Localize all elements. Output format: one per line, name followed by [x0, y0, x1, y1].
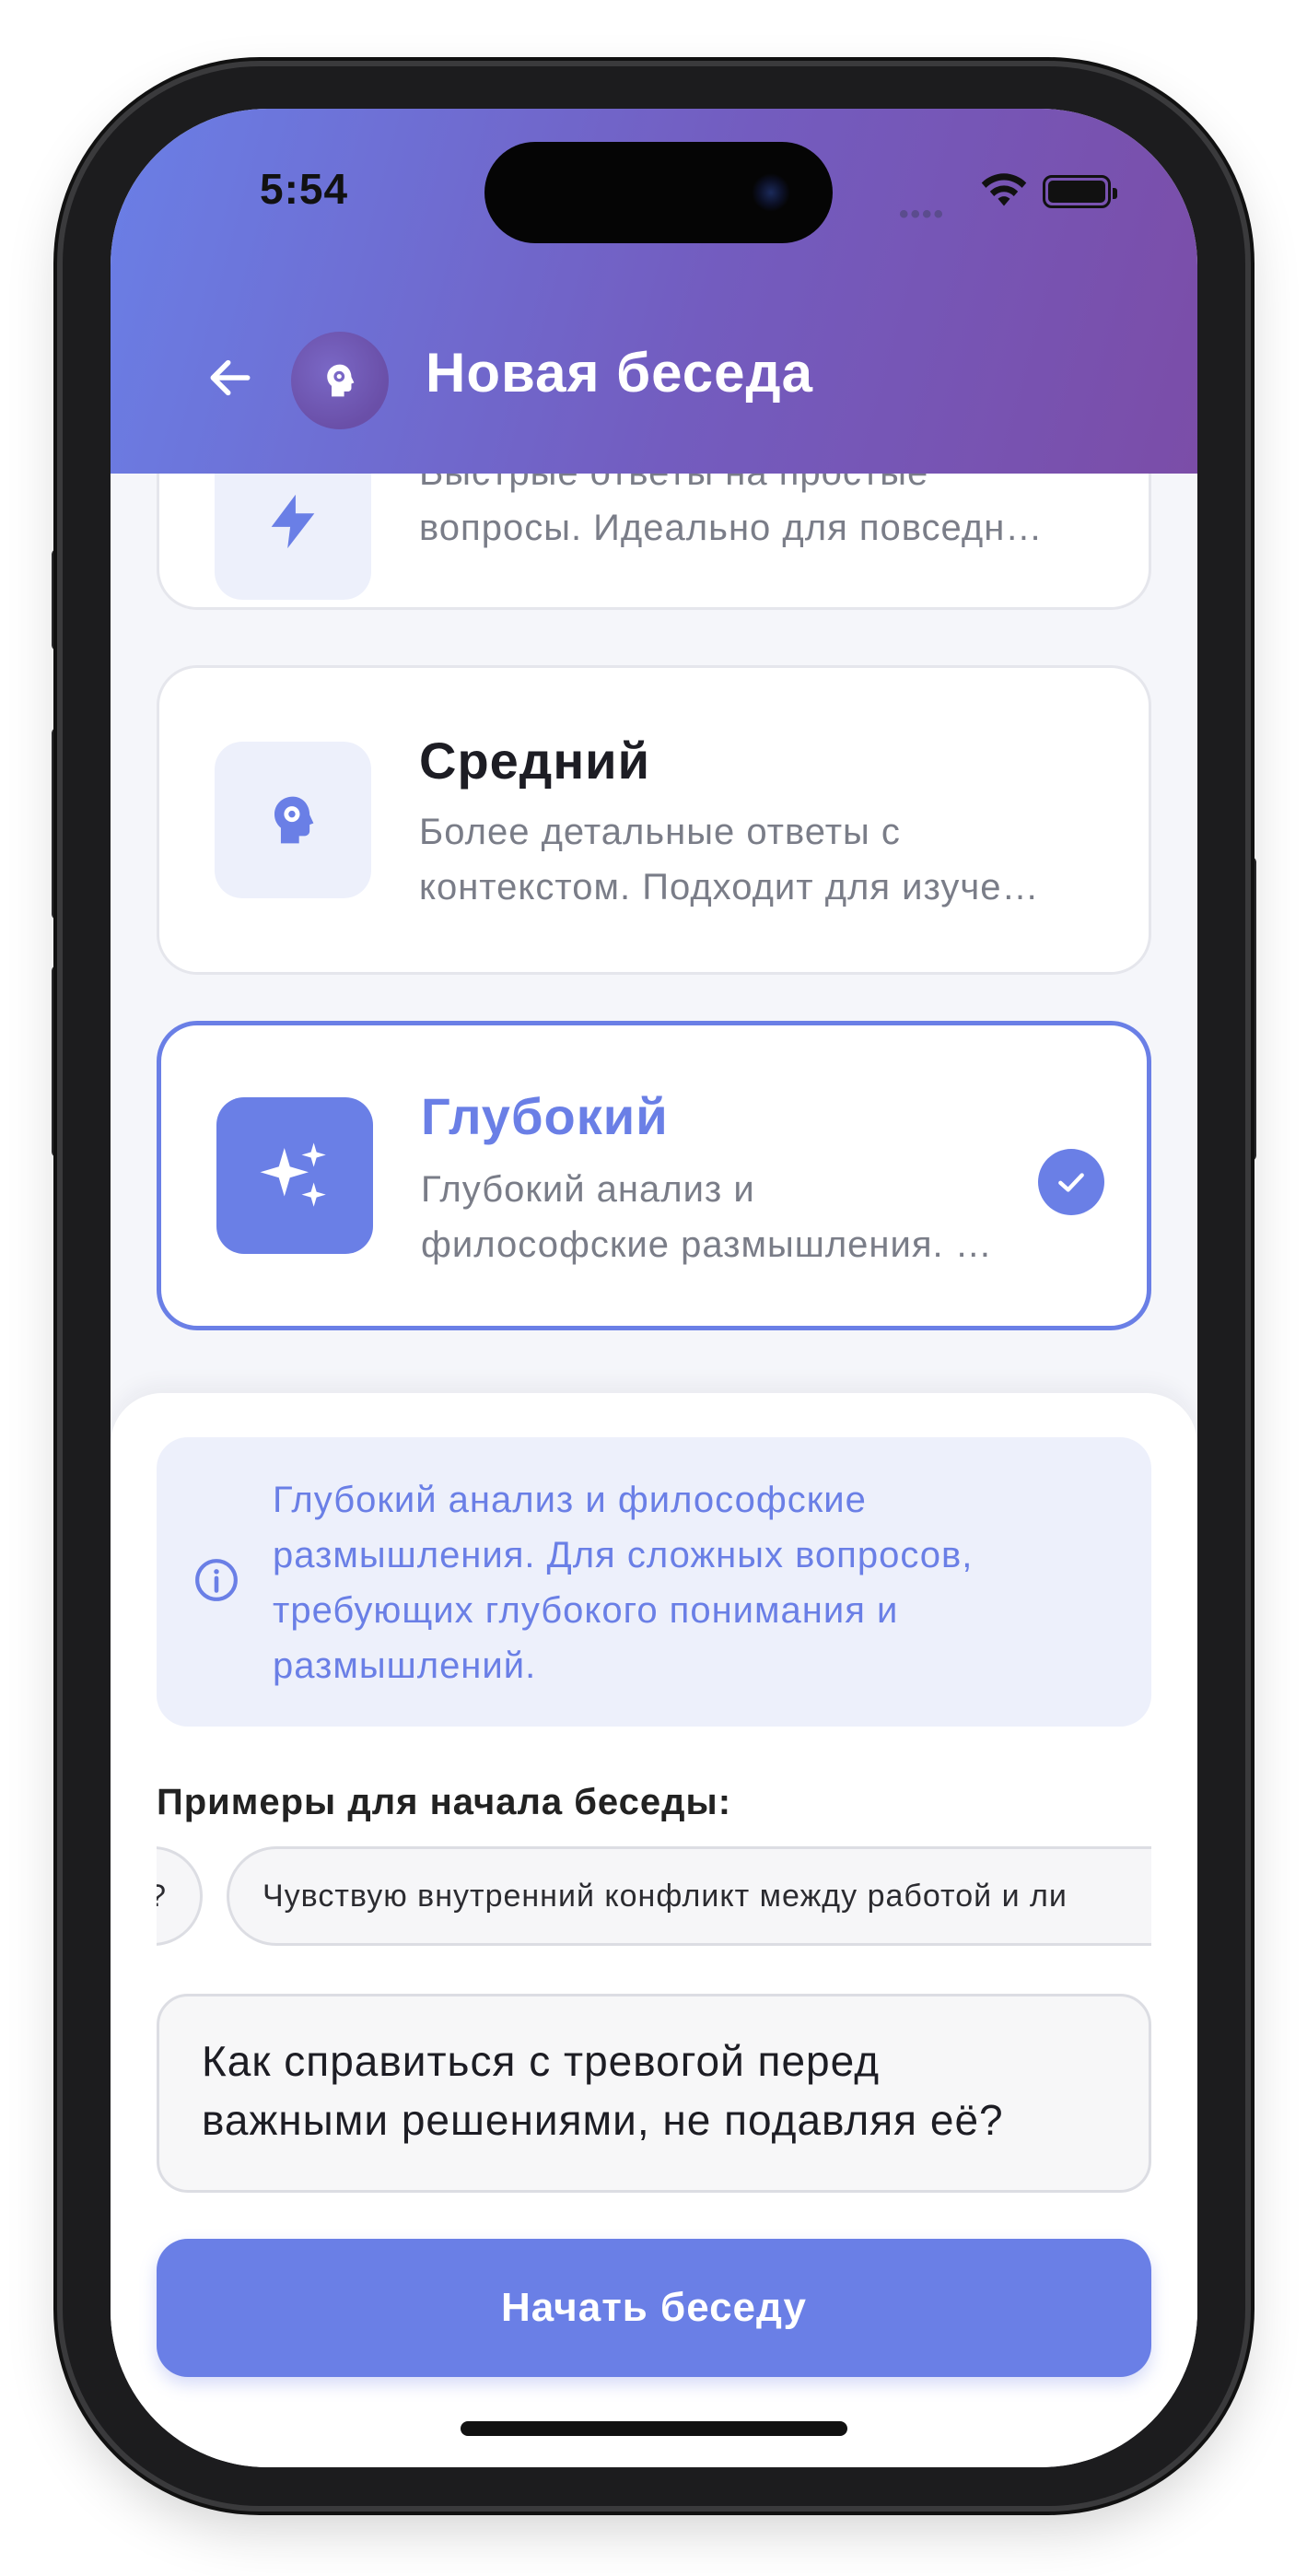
mode-description: Более детальные ответы с контекстом. Под…: [419, 812, 1040, 907]
mode-card-medium[interactable]: Средний Более детальные ответы с контекс…: [157, 665, 1151, 975]
arrow-left-icon: [210, 359, 251, 396]
home-indicator[interactable]: [461, 2421, 847, 2436]
screen: Быстрые ответы на простые вопросы. Идеал…: [111, 109, 1197, 2467]
message-input[interactable]: Как справиться с тревогой перед важными …: [157, 1994, 1151, 2193]
examples-chip-list[interactable]: ? Чувствую внутренний конфликт между раб…: [157, 1846, 1151, 1948]
head-gear-icon: [215, 742, 371, 898]
signal-icon: ••••: [899, 199, 946, 229]
page-title: Новая беседа: [426, 342, 813, 404]
dynamic-island: [484, 142, 833, 243]
camera-icon: [752, 173, 790, 212]
head-gear-icon: [291, 332, 389, 429]
mode-title: Глубокий: [421, 1087, 669, 1145]
status-time: 5:54: [260, 165, 349, 213]
battery-icon: [1043, 175, 1117, 208]
mode-title: Средний: [419, 732, 651, 790]
wifi-icon: [981, 173, 1027, 206]
example-chip[interactable]: Чувствую внутренний конфликт между работ…: [227, 1846, 1151, 1946]
power-button: [1243, 857, 1256, 1161]
input-text: Как справиться с тревогой перед важными …: [202, 2037, 1004, 2144]
examples-title: Примеры для начала беседы:: [157, 1782, 732, 1822]
sparkles-icon: [216, 1097, 373, 1254]
checkmark-icon: [1038, 1149, 1104, 1215]
back-button[interactable]: [197, 345, 263, 411]
mode-description: Глубокий анализ и философские размышлени…: [421, 1169, 993, 1265]
mode-card-deep[interactable]: Глубокий Глубокий анализ и философские р…: [157, 1021, 1151, 1330]
example-chip[interactable]: ?: [157, 1846, 203, 1946]
info-box: Глубокий анализ и философские размышлени…: [157, 1437, 1151, 1727]
start-conversation-button[interactable]: Начать беседу: [157, 2239, 1151, 2377]
info-icon: [195, 1559, 238, 1601]
bottom-sheet: Глубокий анализ и философские размышлени…: [111, 1393, 1197, 2467]
app-header: 5:54 •••• Новая беседа: [111, 109, 1197, 474]
info-text: Глубокий анализ и философские размышлени…: [273, 1480, 974, 1686]
